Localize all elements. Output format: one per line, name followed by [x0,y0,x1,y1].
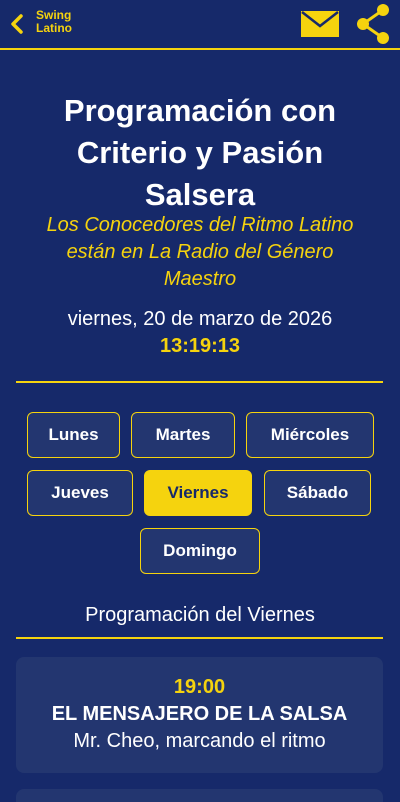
day-button-label: Lunes [48,425,99,444]
day-button-label: Jueves [51,483,109,502]
brand-logo: Swing Latino [36,9,72,35]
mail-icon[interactable] [300,9,340,39]
day-button-label: Miércoles [270,425,350,444]
day-button-miercoles[interactable]: Miércoles [246,412,374,458]
page-subtitle: Los Conocedores del Ritmo Latino están e… [46,214,354,290]
app-header: Swing Latino [0,0,400,50]
program-name: EL MENSAJERO DE LA SALSA [51,703,348,725]
day-button-label: Martes [155,425,211,444]
share-icon[interactable] [352,2,394,46]
day-button-jueves[interactable]: Jueves [27,470,133,516]
current-date: viernes, 20 de marzo de 2026 [67,308,333,330]
day-button-label: Viernes [167,483,229,502]
schedule-card-next[interactable] [16,789,383,802]
day-button-sabado[interactable]: Sábado [264,470,371,516]
brand-line-2: Latino [36,21,72,35]
day-button-lunes[interactable]: Lunes [27,412,120,458]
divider [16,381,383,383]
program-time: 19:00 [173,676,226,698]
program-host: Mr. Cheo, marcando el ritmo [73,730,326,752]
day-button-label: Sábado [286,483,349,502]
schedule-card[interactable]: 19:00 EL MENSAJERO DE LA SALSA Mr. Cheo,… [16,657,383,773]
divider [16,637,383,639]
day-button-label: Domingo [163,541,237,560]
current-time: 13:19:13 [159,335,241,357]
day-button-martes[interactable]: Martes [131,412,235,458]
chevron-left-icon[interactable] [6,10,28,38]
day-button-domingo[interactable]: Domingo [140,528,260,574]
page-title: Programación con Criterio y Pasión Salse… [63,93,337,212]
schedule-title: Programación del Viernes [85,604,315,626]
day-button-viernes[interactable]: Viernes [144,470,252,516]
